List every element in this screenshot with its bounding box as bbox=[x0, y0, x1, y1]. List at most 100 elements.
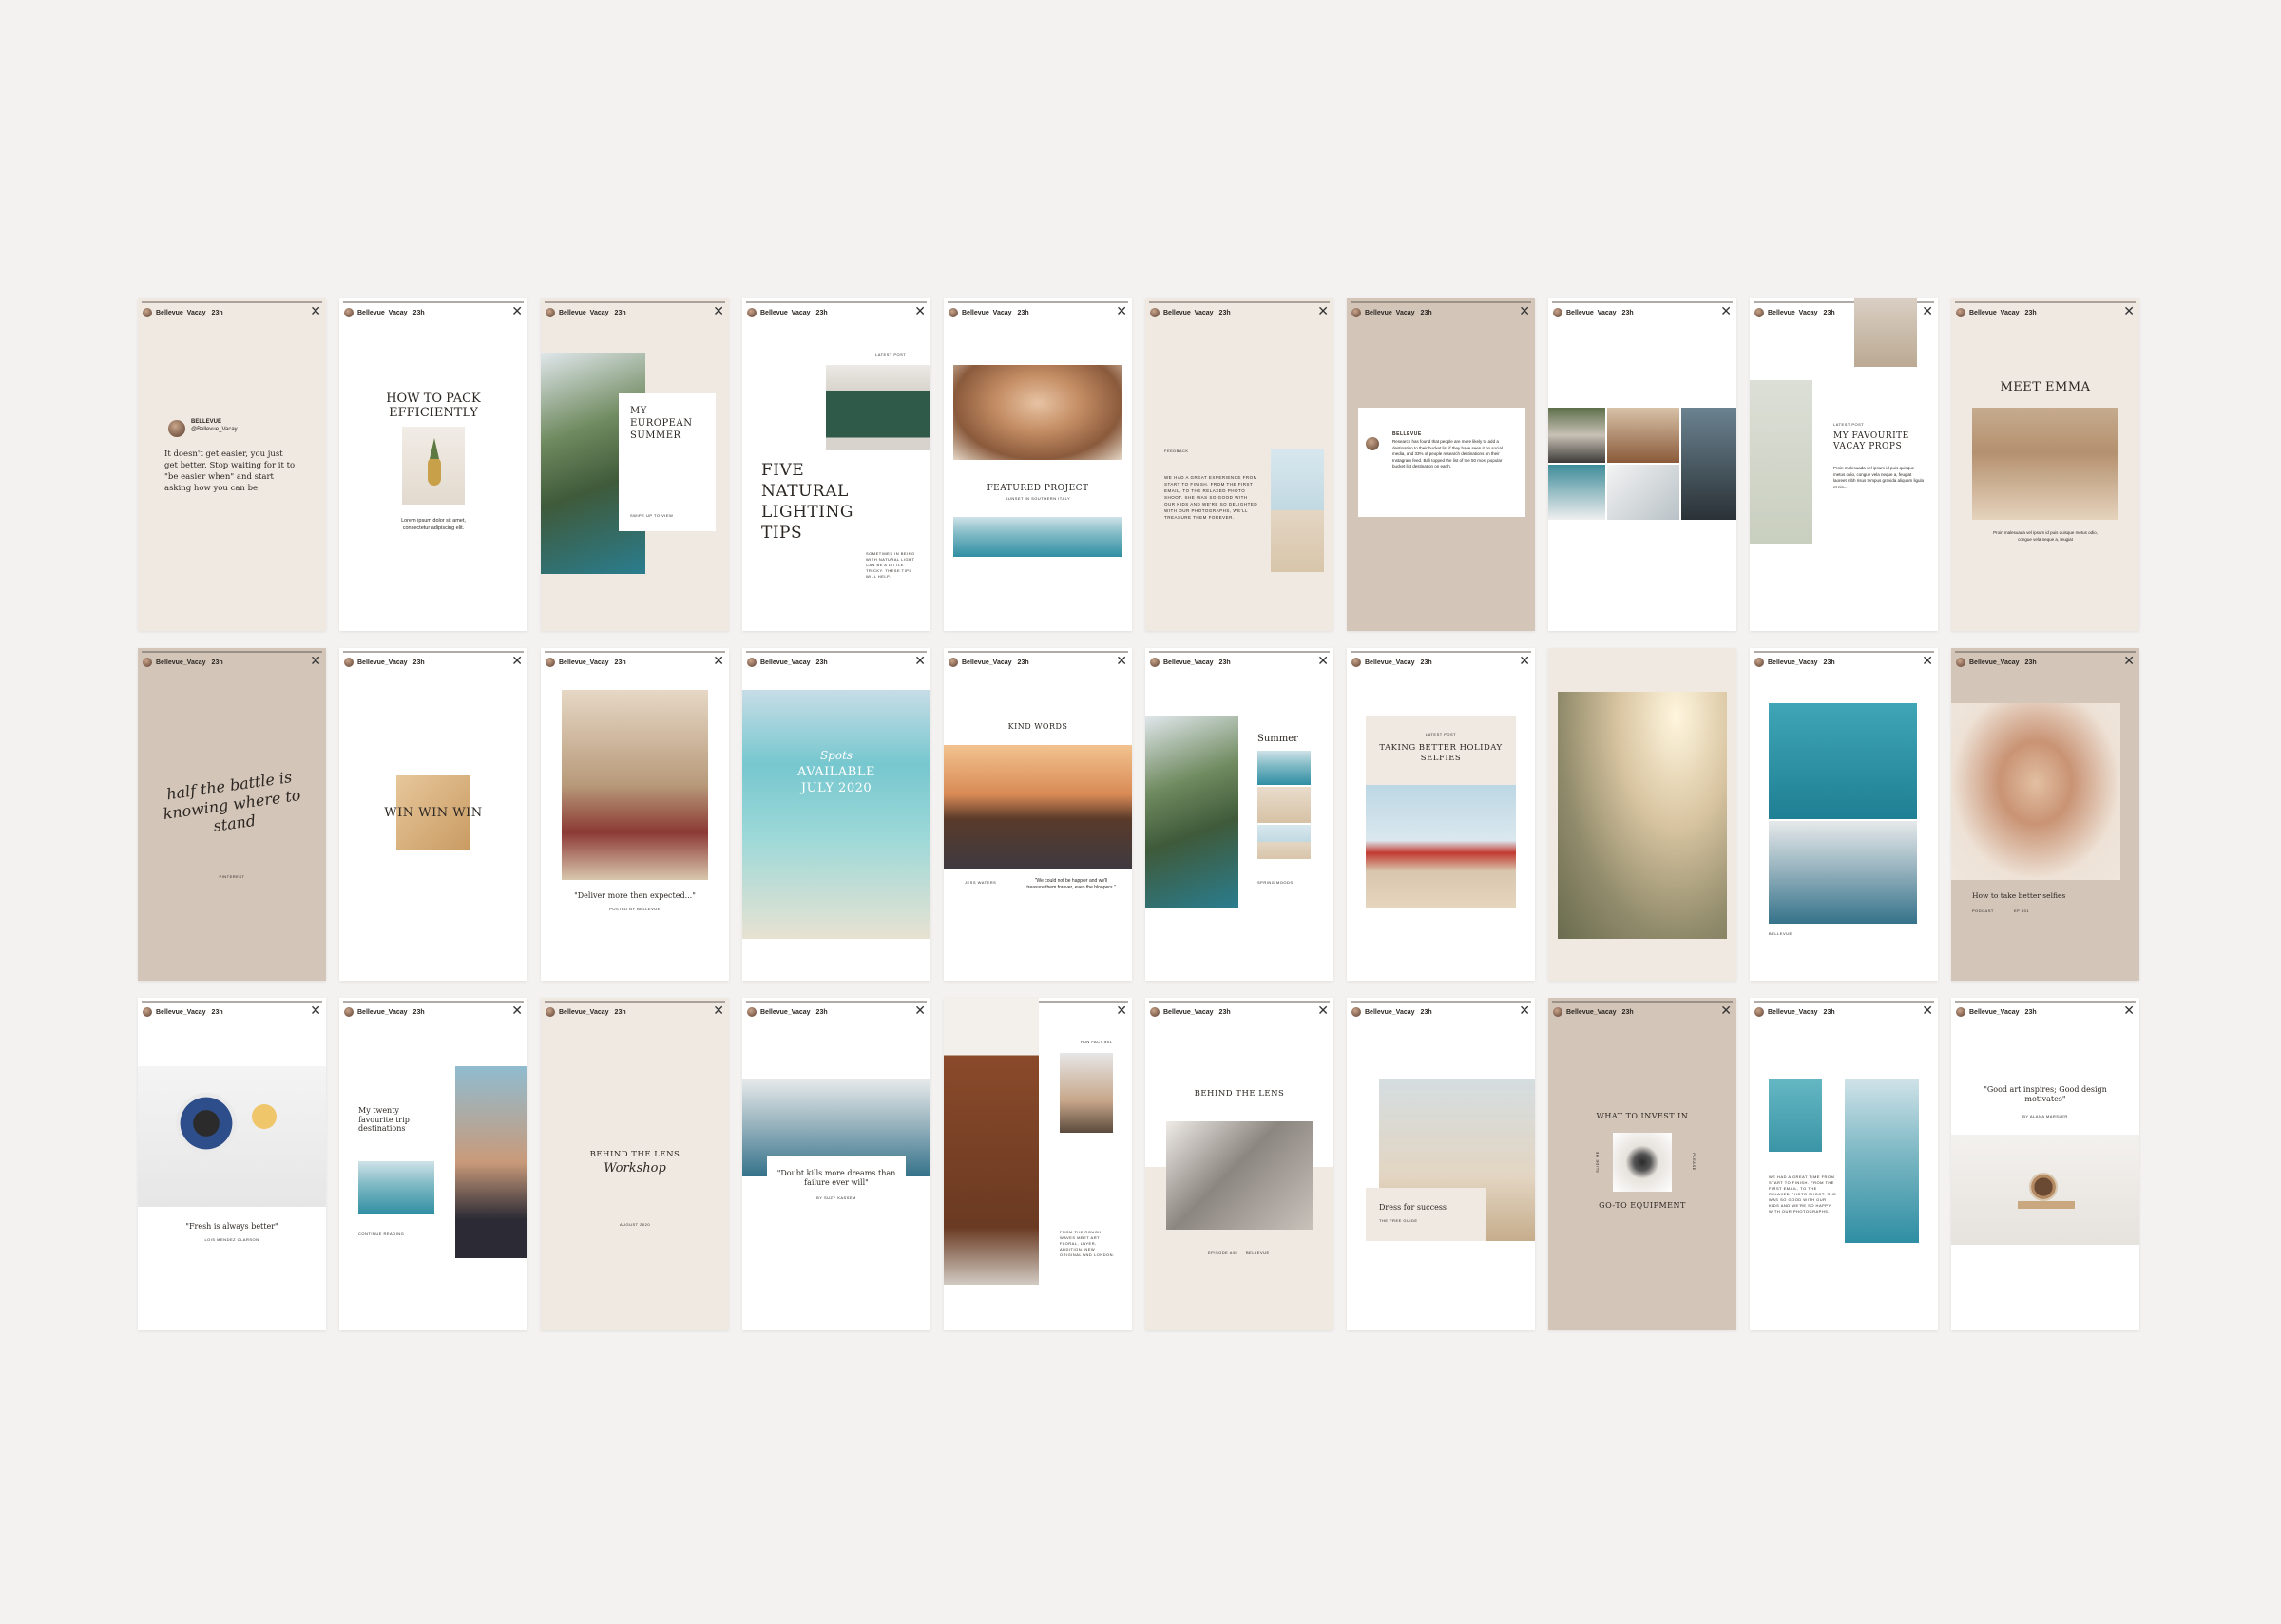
story-handle: Bellevue_Vacay bbox=[357, 1008, 408, 1016]
story-header: Bellevue_Vacay 23h ✕ bbox=[1553, 305, 1732, 319]
sea-photo bbox=[953, 517, 1122, 557]
headline: KIND WORDS bbox=[1007, 722, 1068, 731]
story-card[interactable]: Bellevue_Vacay 23h ✕ FEATURED PROJECT SUNS… bbox=[944, 298, 1132, 631]
close-icon[interactable]: ✕ bbox=[1317, 1004, 1329, 1018]
story-card[interactable]: Bellevue_Vacay 23h ✕ MEET EMMA Proin males… bbox=[1951, 298, 2139, 631]
close-icon[interactable]: ✕ bbox=[1317, 655, 1329, 668]
close-icon[interactable]: ✕ bbox=[511, 305, 523, 318]
close-icon[interactable]: ✕ bbox=[511, 1004, 523, 1018]
close-icon[interactable]: ✕ bbox=[713, 305, 724, 318]
story-card[interactable]: Bellevue_Vacay 23h ✕ BEHIND THE LENS EPISO… bbox=[1145, 998, 1333, 1330]
sunset-photo bbox=[944, 745, 1132, 869]
story-card[interactable]: Bellevue_Vacay 23h ✕ LATEST POST TAKING BE… bbox=[1347, 648, 1535, 981]
date-text: AUGUST 2020 bbox=[619, 1222, 651, 1227]
avatar bbox=[344, 1007, 354, 1017]
avatar bbox=[344, 658, 354, 667]
story-card[interactable]: Bellevue_Vacay 23h ✕ Spots AVAILABLE JULY … bbox=[742, 648, 930, 981]
story-time: 23h bbox=[1218, 309, 1231, 316]
close-icon[interactable]: ✕ bbox=[1922, 655, 1933, 668]
close-icon[interactable]: ✕ bbox=[914, 1004, 926, 1018]
story-card[interactable]: Bellevue_Vacay 23h ✕ How to take better se… bbox=[1951, 648, 2139, 981]
story-card[interactable]: Bellevue_Vacay 23h ✕ FEEDBACK WE HAD A GRE… bbox=[1145, 298, 1333, 631]
story-handle: Bellevue_Vacay bbox=[559, 1008, 609, 1016]
progress-bar bbox=[1955, 651, 2136, 653]
story-header: Bellevue_Vacay 23h ✕ bbox=[1351, 655, 1530, 669]
story-card[interactable]: Bellevue_Vacay 23h ✕ "Doubt kills more dre… bbox=[742, 998, 930, 1330]
close-icon[interactable]: ✕ bbox=[1317, 305, 1329, 318]
progress-bar bbox=[1552, 1001, 1733, 1003]
avatar bbox=[747, 658, 757, 667]
story-card[interactable]: Bellevue_Vacay 23h ✕ "Deliver more then ex… bbox=[541, 648, 729, 981]
story-header: Bellevue_Vacay 23h ✕ bbox=[949, 305, 1127, 319]
close-icon[interactable]: ✕ bbox=[310, 1004, 321, 1018]
avatar bbox=[1150, 658, 1160, 667]
close-icon[interactable]: ✕ bbox=[511, 655, 523, 668]
story-time: 23h bbox=[2024, 309, 2037, 316]
story-handle: Bellevue_Vacay bbox=[1969, 309, 2020, 316]
story-handle: Bellevue_Vacay bbox=[1768, 659, 1818, 666]
story-card[interactable]: Bellevue_Vacay 23h ✕ Dress for success THE… bbox=[1347, 998, 1535, 1330]
progress-bar bbox=[1552, 301, 1733, 303]
story-time: 23h bbox=[412, 659, 425, 666]
story-time: 23h bbox=[1218, 659, 1231, 666]
subtitle: SUNSET IN SOUTHERN ITALY bbox=[1005, 496, 1071, 501]
story-card[interactable]: Bellevue_Vacay 23h ✕ BELLEVUE bbox=[1750, 648, 1938, 981]
close-icon[interactable]: ✕ bbox=[1922, 305, 1933, 318]
story-card[interactable]: Bellevue_Vacay 23h ✕ LATEST POST FIVE NATU… bbox=[742, 298, 930, 631]
close-icon[interactable]: ✕ bbox=[713, 655, 724, 668]
close-icon[interactable]: ✕ bbox=[1720, 305, 1732, 318]
story-card[interactable]: Bellevue_Vacay 23h ✕ BELLEVUE @Bellevue_Va… bbox=[138, 298, 326, 631]
close-icon[interactable]: ✕ bbox=[2123, 305, 2135, 318]
close-icon[interactable]: ✕ bbox=[1519, 1004, 1530, 1018]
magazine-photo bbox=[1607, 465, 1679, 520]
close-icon[interactable]: ✕ bbox=[1922, 1004, 1933, 1018]
story-card[interactable]: Bellevue_Vacay 23h ✕ bbox=[1548, 298, 1736, 631]
close-icon[interactable]: ✕ bbox=[1519, 305, 1530, 318]
pool-photo bbox=[1769, 1079, 1822, 1152]
story-card[interactable]: Bellevue_Vacay 23h ✕ "Fresh is always bett… bbox=[138, 998, 326, 1330]
close-icon[interactable]: ✕ bbox=[1720, 1004, 1732, 1018]
headline: Summer bbox=[1257, 734, 1298, 744]
avatar bbox=[1754, 308, 1764, 317]
story-card[interactable]: Bellevue_Vacay 23h ✕ BEHIND THE LENS Works… bbox=[541, 998, 729, 1330]
progress-bar bbox=[343, 651, 524, 653]
story-card[interactable]: Bellevue_Vacay 23h ✕ KIND WORDS JESS WATER… bbox=[944, 648, 1132, 981]
guide-label: THE FREE GUIDE bbox=[1379, 1218, 1418, 1223]
close-icon[interactable]: ✕ bbox=[310, 305, 321, 318]
side-label-right: PLEASE bbox=[1691, 1153, 1696, 1171]
story-card[interactable]: Bellevue_Vacay 23h ✕ half the battle is kn… bbox=[138, 648, 326, 981]
close-icon[interactable]: ✕ bbox=[1116, 305, 1127, 318]
story-card[interactable]: Bellevue_Vacay23h✕ FUN FACT #01 FROM THE… bbox=[944, 998, 1132, 1330]
brand-handle: @Bellevue_Vacay bbox=[191, 427, 238, 432]
close-icon[interactable]: ✕ bbox=[914, 305, 926, 318]
author-text: POSTED BY BELLEVUE bbox=[609, 907, 661, 911]
close-icon[interactable]: ✕ bbox=[713, 1004, 724, 1018]
story-card[interactable]: Bellevue_Vacay 23h ✕ BELLEVUE Research has… bbox=[1347, 298, 1535, 631]
story-time: 23h bbox=[211, 309, 223, 316]
story-card[interactable]: Bellevue_Vacay 23h ✕ MY EUROPEAN SUMMER SW… bbox=[541, 298, 729, 631]
close-icon[interactable]: ✕ bbox=[914, 655, 926, 668]
story-header: Bellevue_Vacay 23h ✕ bbox=[1351, 305, 1530, 319]
close-icon[interactable]: ✕ bbox=[1116, 655, 1127, 668]
story-card[interactable] bbox=[1548, 648, 1736, 981]
headline: MEET EMMA bbox=[2000, 380, 2091, 394]
story-handle: Bellevue_Vacay bbox=[1566, 309, 1617, 316]
story-card[interactable]: Bellevue_Vacay 23h ✕ My twenty favourite t… bbox=[339, 998, 527, 1330]
close-icon[interactable]: ✕ bbox=[2123, 655, 2135, 668]
story-card[interactable]: Bellevue_Vacay 23h ✕ "Good art inspires; G… bbox=[1951, 998, 2139, 1330]
story-time: 23h bbox=[211, 659, 223, 666]
close-icon[interactable]: ✕ bbox=[310, 655, 321, 668]
close-icon[interactable]: ✕ bbox=[1519, 655, 1530, 668]
avatar bbox=[1351, 658, 1361, 667]
story-card[interactable]: Bellevue_Vacay 23h ✕ WE HAD A GREAT TIME F… bbox=[1750, 998, 1938, 1330]
read-more[interactable]: CONTINUE READING bbox=[358, 1232, 404, 1236]
story-handle: Bellevue_Vacay bbox=[1768, 309, 1818, 316]
story-card[interactable]: Bellevue_Vacay 23h ✕ WHAT TO INVEST IN SLI… bbox=[1548, 998, 1736, 1330]
author-text: LOIS MENDEZ CLARSON bbox=[204, 1237, 259, 1242]
story-card[interactable]: Bellevue_Vacay 23h ✕ Summer SPRING MOODS bbox=[1145, 648, 1333, 981]
story-card[interactable]: Bellevue_Vacay 23h ✕ LATEST POST MY FAVOUR… bbox=[1750, 298, 1938, 631]
story-card[interactable]: Bellevue_Vacay 23h ✕ HOW TO PACK EFFICIENT… bbox=[339, 298, 527, 631]
close-icon[interactable]: ✕ bbox=[2123, 1004, 2135, 1018]
close-icon[interactable]: ✕ bbox=[1116, 1004, 1127, 1018]
story-card[interactable]: Bellevue_Vacay 23h ✕ WIN WIN WIN bbox=[339, 648, 527, 981]
